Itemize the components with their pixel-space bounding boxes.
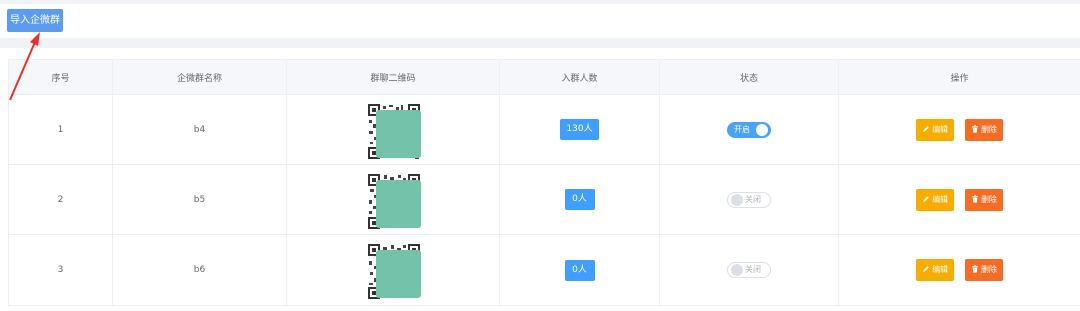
- member-count-badge: 0人: [564, 259, 595, 281]
- delete-label: 删除: [980, 124, 997, 134]
- status-toggle[interactable]: 关闭: [727, 191, 771, 208]
- cell-members: 130人: [499, 94, 660, 165]
- status-toggle-label: 关闭: [745, 265, 761, 274]
- status-toggle-label: 开启: [734, 124, 750, 134]
- edit-label: 编辑: [932, 124, 949, 134]
- cell-index: 3: [8, 234, 113, 306]
- delete-label: 删除: [980, 265, 997, 274]
- qrcode-icon[interactable]: [364, 241, 422, 299]
- qrcode-icon[interactable]: [364, 101, 422, 159]
- delete-button[interactable]: 删除: [964, 188, 1003, 211]
- cell-status: 关闭: [659, 164, 839, 235]
- trash-icon: [971, 194, 978, 203]
- cell-index: 2: [8, 164, 113, 235]
- cell-actions: 编辑 删除: [838, 94, 1080, 165]
- delete-button[interactable]: 删除: [964, 259, 1003, 281]
- cell-name: b6: [112, 234, 287, 306]
- status-toggle-label: 关闭: [745, 194, 761, 204]
- table-header-row: 序号 企微群名称 群聊二维码 入群人数 状态 操作: [8, 59, 1080, 95]
- member-count-badge: 130人: [560, 119, 599, 140]
- toolbar: 导入企微群: [0, 4, 1080, 38]
- status-toggle[interactable]: 关闭: [727, 262, 771, 278]
- cell-members: 0人: [499, 164, 660, 235]
- header-members: 入群人数: [499, 59, 660, 95]
- header-actions: 操作: [838, 59, 1080, 95]
- delete-button[interactable]: 删除: [964, 118, 1003, 141]
- toggle-knob: [731, 193, 743, 206]
- edit-label: 编辑: [932, 194, 949, 204]
- edit-label: 编辑: [932, 265, 949, 274]
- edit-button[interactable]: 编辑: [916, 118, 955, 141]
- header-status: 状态: [659, 59, 839, 95]
- trash-icon: [971, 124, 978, 133]
- cell-qrcode: [286, 164, 500, 235]
- status-toggle[interactable]: 开启: [727, 121, 771, 138]
- qrcode-mask: [376, 109, 421, 158]
- table-row: 2 b5 0人 关闭 编辑 删除: [8, 164, 1080, 235]
- edit-icon: [923, 125, 929, 132]
- edit-icon: [923, 266, 929, 272]
- group-table: 序号 企微群名称 群聊二维码 入群人数 状态 操作 1 b4 130人 开启 编…: [8, 59, 1080, 311]
- cell-name: b4: [112, 94, 287, 165]
- qrcode-icon[interactable]: [364, 171, 422, 229]
- header-name: 企微群名称: [112, 59, 287, 95]
- cell-actions: 编辑 删除: [838, 234, 1080, 306]
- toggle-knob: [731, 264, 743, 276]
- table-row: 1 b4 130人 开启 编辑 删除: [8, 94, 1080, 165]
- arrow-annotation-icon: [9, 32, 40, 101]
- cell-status: 开启: [659, 94, 839, 165]
- qrcode-mask: [376, 179, 421, 228]
- trash-icon: [971, 265, 978, 273]
- table-row: 3 b6 0人 关闭 编辑 删除: [8, 234, 1080, 306]
- cell-status: 关闭: [659, 234, 839, 306]
- edit-icon: [923, 195, 929, 202]
- delete-label: 删除: [980, 194, 997, 204]
- edit-button[interactable]: 编辑: [916, 188, 955, 211]
- cell-members: 0人: [499, 234, 660, 306]
- cell-qrcode: [286, 234, 500, 306]
- member-count-badge: 0人: [564, 189, 595, 210]
- toggle-knob: [756, 123, 768, 136]
- cell-actions: 编辑 删除: [838, 164, 1080, 235]
- edit-button[interactable]: 编辑: [916, 259, 955, 281]
- section-divider: [0, 38, 1080, 48]
- cell-qrcode: [286, 94, 500, 165]
- qrcode-mask: [376, 250, 421, 298]
- header-qrcode: 群聊二维码: [286, 59, 500, 95]
- cell-name: b5: [112, 164, 287, 235]
